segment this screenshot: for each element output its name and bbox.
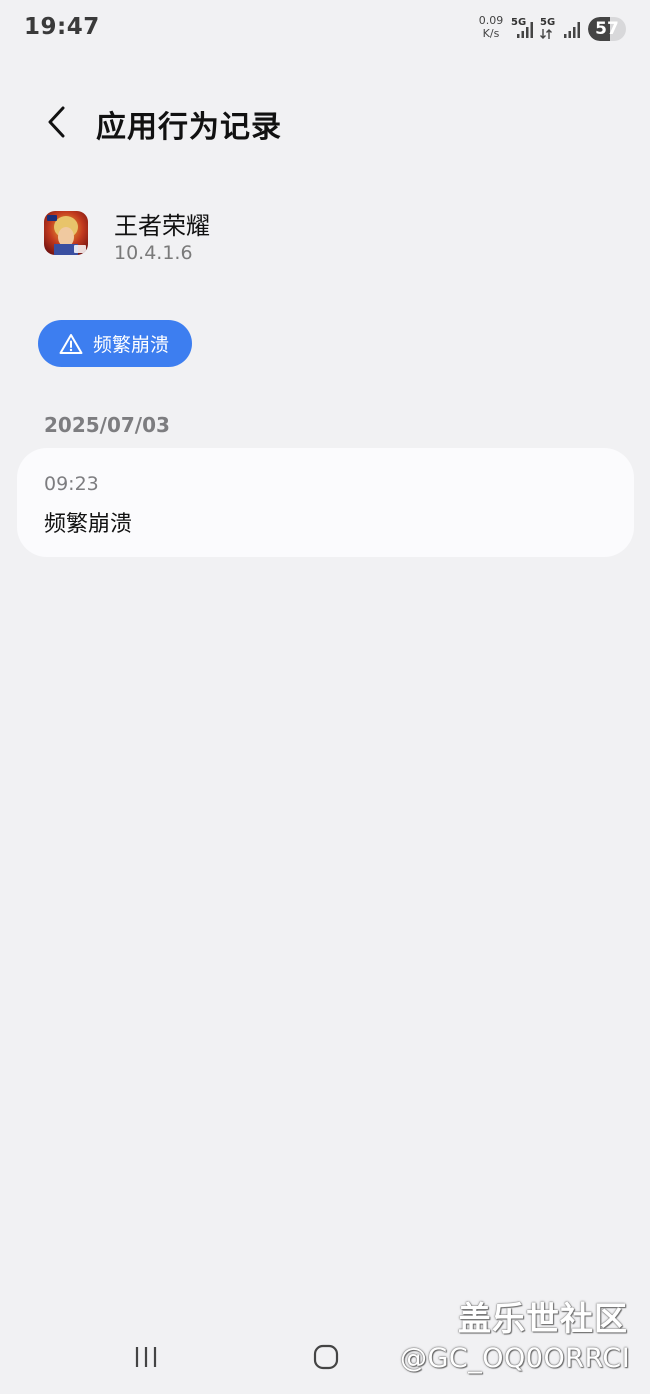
- home-button[interactable]: [306, 1340, 346, 1374]
- sim2-network-type: 5G: [540, 17, 556, 28]
- warning-triangle-icon: [59, 332, 83, 356]
- data-transfer-arrows-icon: [540, 29, 552, 39]
- watermark-user: @GC_OQ0ORRCI: [400, 1343, 631, 1374]
- chip-label: 频繁崩溃: [93, 334, 170, 356]
- back-button[interactable]: [34, 100, 78, 144]
- app-icon: [44, 211, 88, 255]
- battery-indicator: 57: [588, 17, 626, 41]
- date-header: 2025/07/03: [44, 413, 170, 437]
- network-speed-value: 0.09: [478, 14, 504, 27]
- frequent-crash-filter-chip[interactable]: 频繁崩溃: [38, 320, 192, 367]
- status-time: 19:47: [24, 14, 100, 40]
- network-speed: 0.09 K/s: [474, 14, 508, 40]
- record-item[interactable]: 09:23 频繁崩溃: [17, 448, 634, 557]
- watermark-title: 盖乐世社区: [458, 1299, 628, 1338]
- page-title: 应用行为记录: [96, 110, 282, 145]
- signal-strength-icon-2: [564, 22, 580, 38]
- chevron-left-icon: [48, 106, 65, 138]
- app-version: 10.4.1.6: [114, 242, 193, 264]
- status-bar: 19:47 0.09 K/s 5G 5G 57: [0, 0, 650, 56]
- recent-apps-icon: [135, 1347, 157, 1367]
- recent-apps-button[interactable]: [126, 1340, 166, 1374]
- record-description: 频繁崩溃: [44, 512, 133, 537]
- battery-level: 57: [595, 19, 619, 39]
- home-icon: [313, 1344, 339, 1370]
- network-speed-unit: K/s: [482, 27, 500, 40]
- record-time: 09:23: [44, 473, 99, 495]
- signal-strength-icon: [517, 22, 533, 38]
- app-name: 王者荣耀: [114, 212, 210, 240]
